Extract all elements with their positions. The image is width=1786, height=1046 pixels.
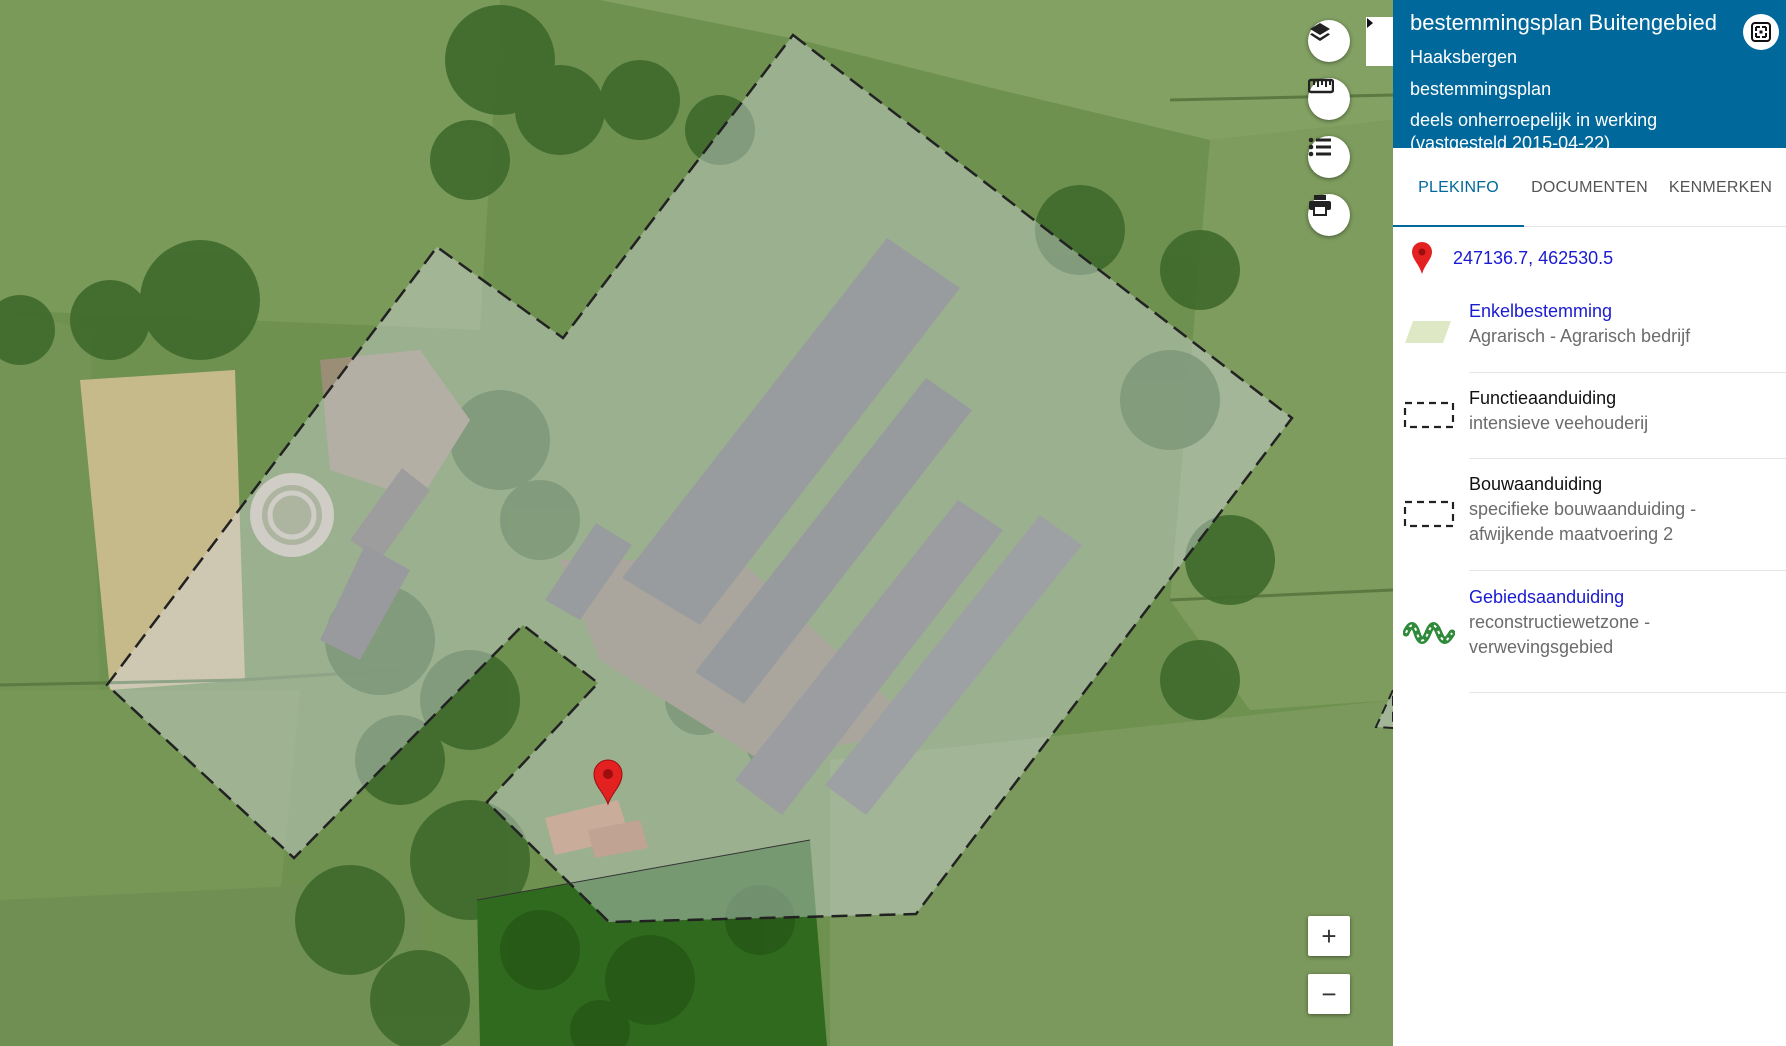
legend-button[interactable] <box>1308 136 1350 178</box>
tab-plekinfo[interactable]: PLEKINFO <box>1393 148 1524 227</box>
print-button[interactable] <box>1308 194 1350 236</box>
measure-button[interactable] <box>1308 78 1350 120</box>
tab-documenten[interactable]: DOCUMENTEN <box>1524 148 1655 226</box>
green-wave-icon <box>1403 622 1455 644</box>
caret-right-icon <box>1367 18 1373 28</box>
aerial-imagery <box>0 0 1393 1046</box>
list-icon <box>1308 137 1331 157</box>
plan-status-label: deels onherroepelijk in werking (vastges… <box>1410 110 1658 153</box>
legend-title-enkelbestemming[interactable]: Enkelbestemming <box>1469 299 1786 324</box>
panel-header: bestemmingsplan Buitengebied Haaksbergen… <box>1393 0 1786 153</box>
legend-item-functieaanduiding: Functieaanduiding intensieve veehouderij <box>1403 373 1786 459</box>
layers-button[interactable] <box>1308 20 1350 62</box>
legend-subtitle-bouwaanduiding: specifieke bouwaanduiding - afwijkende m… <box>1469 499 1697 544</box>
plan-title: bestemmingsplan Buitengebied <box>1410 10 1717 35</box>
panel-tabs: PLEKINFO DOCUMENTEN KENMERKEN <box>1393 148 1786 227</box>
ruler-icon <box>1308 78 1334 94</box>
info-panel: bestemmingsplan Buitengebied Haaksbergen… <box>1393 0 1786 1046</box>
layers-icon <box>1310 23 1330 41</box>
zoom-out-button[interactable]: − <box>1308 974 1350 1014</box>
dashed-box-icon <box>1403 500 1455 528</box>
parallelogram-fill-icon <box>1405 321 1451 343</box>
tab-kenmerken[interactable]: KENMERKEN <box>1655 148 1786 226</box>
legend-item-bouwaanduiding: Bouwaanduiding specifieke bouwaanduiding… <box>1403 459 1786 571</box>
legend-item-gebiedsaanduiding: Gebiedsaanduiding reconstructiewetzone -… <box>1403 571 1786 693</box>
map-pin-icon <box>1412 242 1432 274</box>
map-view[interactable]: + − <box>0 0 1393 1046</box>
municipality-label: Haaksbergen <box>1410 47 1518 67</box>
coordinate-row: 247136.7, 462530.5 <box>1393 227 1786 289</box>
dashed-box-icon <box>1403 401 1455 429</box>
legend-subtitle-enkelbestemming: Agrarisch - Agrarisch bedrijf <box>1469 326 1691 346</box>
legend-subtitle-gebiedsaanduiding: reconstructiewetzone - verwevingsgebied <box>1469 612 1651 657</box>
fullscreen-button[interactable] <box>1743 14 1779 50</box>
legend-subtitle-functieaanduiding: intensieve veehouderij <box>1469 413 1649 433</box>
collapse-panel-button[interactable] <box>1366 17 1393 66</box>
zoom-in-button[interactable]: + <box>1308 916 1350 956</box>
printer-icon <box>1309 195 1331 216</box>
legend-title-gebiedsaanduiding[interactable]: Gebiedsaanduiding <box>1469 585 1786 610</box>
legend-title-functieaanduiding: Functieaanduiding <box>1469 388 1617 408</box>
legend-item-enkelbestemming: Enkelbestemming Agrarisch - Agrarisch be… <box>1405 289 1786 373</box>
plan-type-label: bestemmingsplan <box>1410 79 1552 99</box>
legend-title-bouwaanduiding: Bouwaanduiding <box>1469 474 1603 494</box>
fullscreen-icon <box>1751 22 1771 42</box>
coordinates-link[interactable]: 247136.7, 462530.5 <box>1453 248 1613 269</box>
